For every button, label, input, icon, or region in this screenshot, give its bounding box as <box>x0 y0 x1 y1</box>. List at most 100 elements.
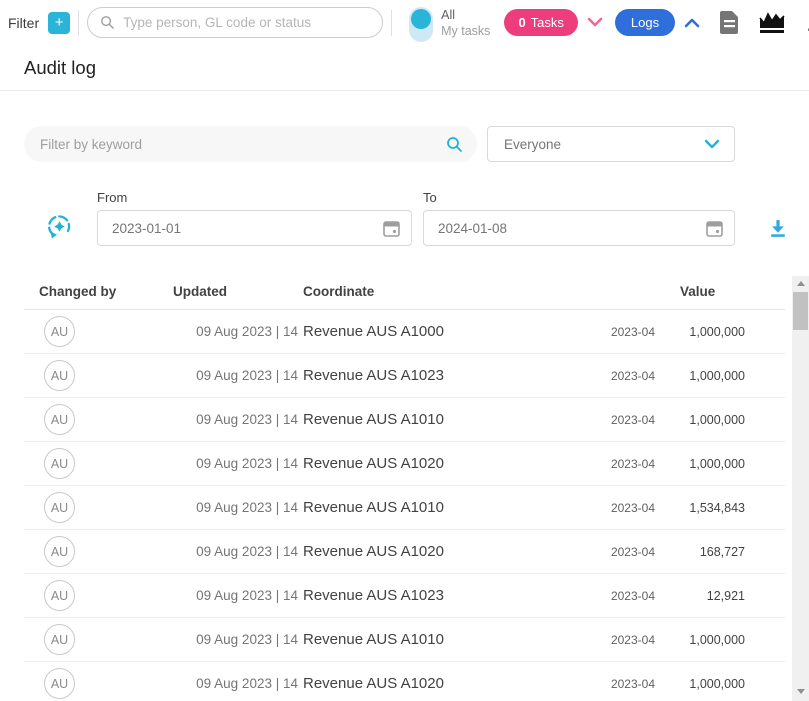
changed-by-cell: AU <box>24 668 158 699</box>
refresh-icon <box>46 213 73 240</box>
page-title: Audit log <box>24 57 96 79</box>
col-header-changed-by: Changed by <box>24 284 158 299</box>
coordinate-period: 2023-04 <box>611 501 655 515</box>
value-cell: 1,000,000 <box>655 369 745 383</box>
avatar: AU <box>44 404 75 435</box>
updated-cell: 09 Aug 2023 | 14 <box>158 588 298 603</box>
add-filter-button[interactable]: + <box>48 12 70 34</box>
coordinate-name: Revenue AUS A1010 <box>303 411 444 428</box>
updated-cell: 09 Aug 2023 | 14 <box>158 500 298 515</box>
toggle-option-my-tasks[interactable]: My tasks <box>441 23 490 39</box>
changed-by-cell: AU <box>24 580 158 611</box>
toggle-track[interactable] <box>409 7 433 42</box>
avatar: AU <box>44 624 75 655</box>
col-header-updated: Updated <box>158 284 298 299</box>
value-cell: 168,727 <box>655 545 745 559</box>
date-range-row: From To <box>24 190 785 246</box>
updated-cell: 09 Aug 2023 | 14 <box>158 324 298 339</box>
table-row[interactable]: AU 09 Aug 2023 | 14 Revenue AUS A1023 20… <box>24 574 785 618</box>
from-date-input[interactable] <box>112 221 382 236</box>
search-icon <box>100 15 115 30</box>
audience-dropdown-value: Everyone <box>504 137 704 152</box>
value-cell: 1,000,000 <box>655 413 745 427</box>
coordinate-name: Revenue AUS A1000 <box>303 323 444 340</box>
top-toolbar: Filter + All My tasks 0 Tasks Logs <box>0 0 809 45</box>
refresh-button[interactable] <box>46 213 73 240</box>
value-cell: 1,000,000 <box>655 457 745 471</box>
audience-dropdown[interactable]: Everyone <box>487 126 735 162</box>
toolbar-divider <box>391 10 392 36</box>
to-date-input[interactable] <box>438 221 705 236</box>
export-button[interactable] <box>768 218 788 238</box>
table-row[interactable]: AU 09 Aug 2023 | 14 Revenue AUS A1010 20… <box>24 618 785 662</box>
table-scrollbar[interactable] <box>792 276 809 701</box>
to-date-group: To <box>423 190 735 246</box>
filter-label: Filter <box>8 15 39 31</box>
calendar-icon[interactable] <box>705 219 724 238</box>
coordinate-period: 2023-04 <box>611 633 655 647</box>
calendar-icon[interactable] <box>382 219 401 238</box>
to-label: To <box>423 190 735 205</box>
table-row[interactable]: AU 09 Aug 2023 | 14 Revenue AUS A1020 20… <box>24 662 785 701</box>
keyword-filter-input[interactable] <box>40 137 446 152</box>
updated-cell: 09 Aug 2023 | 14 <box>158 632 298 647</box>
table-row[interactable]: AU 09 Aug 2023 | 14 Revenue AUS A1010 20… <box>24 486 785 530</box>
scrollbar-up-button[interactable] <box>792 276 809 291</box>
toggle-knob[interactable] <box>411 9 431 29</box>
table-row[interactable]: AU 09 Aug 2023 | 14 Revenue AUS A1020 20… <box>24 530 785 574</box>
coordinate-name: Revenue AUS A1010 <box>303 631 444 648</box>
changed-by-cell: AU <box>24 404 158 435</box>
table-row[interactable]: AU 09 Aug 2023 | 14 Revenue AUS A1020 20… <box>24 442 785 486</box>
updated-cell: 09 Aug 2023 | 14 <box>158 368 298 383</box>
coordinate-period: 2023-04 <box>611 325 655 339</box>
avatar: AU <box>44 536 75 567</box>
value-cell: 1,534,843 <box>655 501 745 515</box>
chart-button[interactable] <box>759 11 786 34</box>
avatar: AU <box>44 668 75 699</box>
coordinate-cell: Revenue AUS A1020 2023-04 <box>298 543 655 560</box>
avatar: AU <box>44 360 75 391</box>
coordinate-cell: Revenue AUS A1020 2023-04 <box>298 455 655 472</box>
table-header: Changed by Updated Coordinate Value <box>24 273 785 310</box>
avatar: AU <box>44 448 75 479</box>
chart-icon <box>759 11 786 34</box>
coordinate-cell: Revenue AUS A1020 2023-04 <box>298 675 655 692</box>
tasks-button[interactable]: 0 Tasks <box>504 9 577 36</box>
logs-collapse-chevron[interactable] <box>684 17 700 28</box>
filter-row: Everyone <box>24 126 785 162</box>
table-row[interactable]: AU 09 Aug 2023 | 14 Revenue AUS A1000 20… <box>24 310 785 354</box>
value-cell: 12,921 <box>655 589 745 603</box>
coordinate-cell: Revenue AUS A1000 2023-04 <box>298 323 655 340</box>
keyword-filter[interactable] <box>24 126 477 162</box>
audit-log-content: Everyone From <box>0 126 809 701</box>
scroll-down-icon <box>797 689 805 694</box>
coordinate-period: 2023-04 <box>611 369 655 383</box>
toggle-option-all[interactable]: All <box>441 7 490 23</box>
scrollbar-thumb[interactable] <box>793 292 808 330</box>
avatar: AU <box>44 492 75 523</box>
coordinate-name: Revenue AUS A1023 <box>303 367 444 384</box>
document-icon <box>719 10 740 35</box>
table-body: AU 09 Aug 2023 | 14 Revenue AUS A1000 20… <box>24 310 785 701</box>
toolbar-search-input[interactable] <box>123 15 372 30</box>
logs-label: Logs <box>631 15 659 30</box>
logs-button[interactable]: Logs <box>615 9 675 36</box>
page-header: Audit log <box>0 45 809 91</box>
scrollbar-down-button[interactable] <box>792 684 809 699</box>
changed-by-cell: AU <box>24 536 158 567</box>
document-button[interactable] <box>719 10 740 35</box>
from-label: From <box>97 190 412 205</box>
value-cell: 1,000,000 <box>655 677 745 691</box>
tasks-scope-toggle[interactable]: All My tasks <box>409 7 490 46</box>
toolbar-search[interactable] <box>87 7 383 38</box>
download-button[interactable] <box>805 13 809 32</box>
to-date-field[interactable] <box>423 210 735 246</box>
download-icon <box>805 13 809 32</box>
updated-cell: 09 Aug 2023 | 14 <box>158 456 298 471</box>
table-row[interactable]: AU 09 Aug 2023 | 14 Revenue AUS A1010 20… <box>24 398 785 442</box>
from-date-group: From <box>97 190 412 246</box>
table-row[interactable]: AU 09 Aug 2023 | 14 Revenue AUS A1023 20… <box>24 354 785 398</box>
tasks-dropdown-chevron[interactable] <box>587 17 603 28</box>
from-date-field[interactable] <box>97 210 412 246</box>
changed-by-cell: AU <box>24 624 158 655</box>
